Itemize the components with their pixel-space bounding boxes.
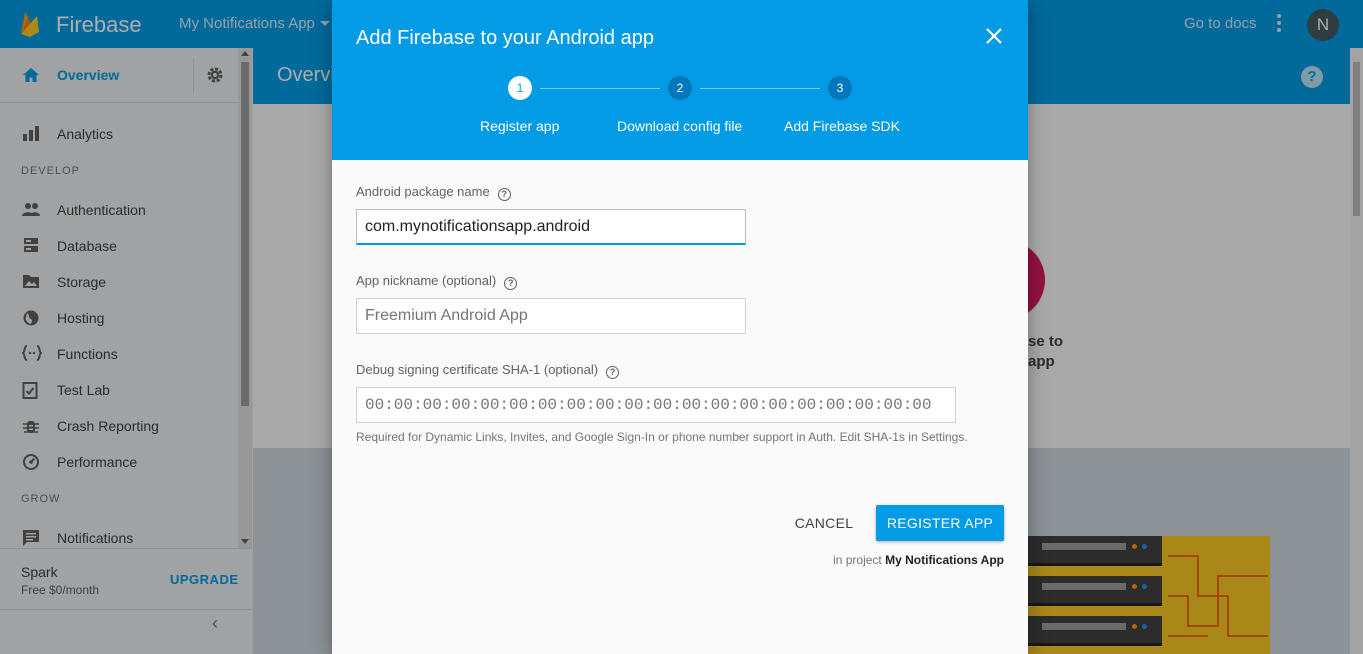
project-context: in project My Notifications App: [332, 553, 1004, 567]
in-project-prefix: in project: [833, 553, 882, 567]
dialog-title: Add Firebase to your Android app: [356, 27, 654, 49]
help-icon[interactable]: ?: [504, 277, 518, 290]
sha1-input[interactable]: [356, 387, 956, 423]
label-text: Debug signing certificate SHA-1 (optiona…: [356, 362, 599, 377]
project-name: My Notifications App: [885, 553, 1004, 567]
step-1-label: Register app: [480, 118, 560, 134]
app-nickname-input[interactable]: [356, 298, 746, 334]
label-text: Android package name: [356, 184, 490, 199]
step-3-label: Add Firebase SDK: [784, 118, 900, 134]
close-icon[interactable]: [982, 24, 1006, 48]
register-app-button[interactable]: REGISTER APP: [876, 505, 1004, 541]
dialog-header: Add Firebase to your Android app 1 2 3 R…: [332, 0, 1028, 160]
step-2-indicator: 2: [668, 76, 692, 100]
label-text: App nickname (optional): [356, 273, 497, 288]
step-3-indicator: 3: [828, 76, 852, 100]
step-connector: [540, 88, 660, 89]
package-name-input[interactable]: [356, 209, 746, 245]
app-nickname-label: App nickname (optional)?: [356, 273, 518, 290]
help-icon[interactable]: ?: [497, 188, 511, 201]
step-connector: [700, 88, 820, 89]
cancel-button[interactable]: CANCEL: [784, 505, 864, 541]
sha1-label: Debug signing certificate SHA-1 (optiona…: [356, 362, 620, 379]
step-2-label: Download config file: [617, 118, 743, 134]
step-1-indicator: 1: [508, 76, 532, 100]
sha1-helper-text: Required for Dynamic Links, Invites, and…: [356, 430, 968, 444]
add-android-app-dialog: Add Firebase to your Android app 1 2 3 R…: [332, 0, 1028, 654]
help-icon[interactable]: ?: [606, 366, 620, 379]
package-name-label: Android package name?: [356, 184, 511, 201]
